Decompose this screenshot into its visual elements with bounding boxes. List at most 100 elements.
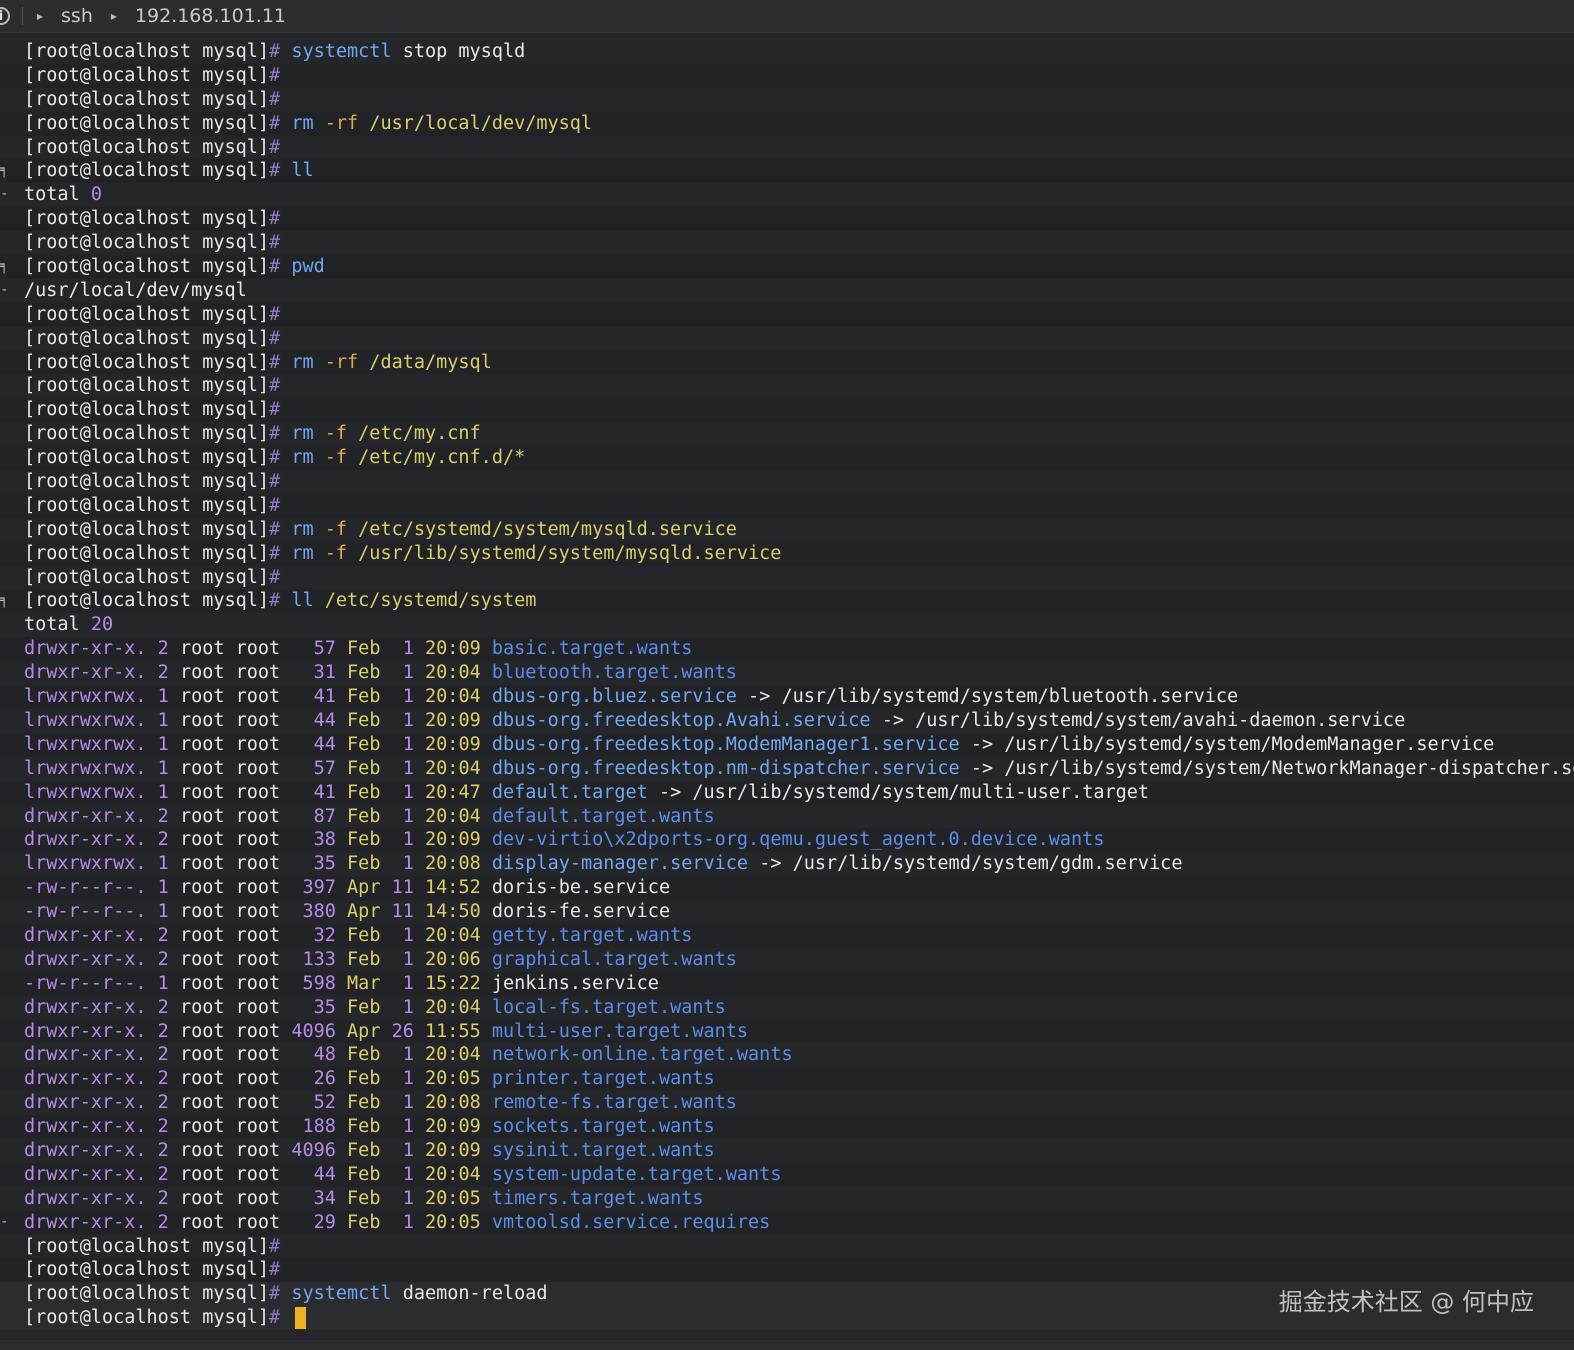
file-owner: root root xyxy=(179,901,281,923)
breadcrumb-arrow-icon: ▸ xyxy=(37,9,44,23)
file-time: 20:04 xyxy=(425,686,481,708)
listing-row: drwxr-xr-x. 2 root root 4096 Feb 1 20:09… xyxy=(0,1139,1574,1163)
shell-prompt: [root@localhost mysql] xyxy=(24,423,270,445)
file-size: 44 xyxy=(291,733,336,755)
file-owner: root root xyxy=(179,829,281,851)
prompt-hash: # xyxy=(269,256,281,278)
file-time: 15:22 xyxy=(425,972,481,994)
prompt-line: [root@localhost mysql]# rm -rf /data/mys… xyxy=(0,350,1574,375)
file-day: 1 xyxy=(391,1068,414,1090)
token-path: /etc/systemd/system/mysqld.service xyxy=(347,518,737,540)
prompt-line: [root@localhost mysql]# xyxy=(0,207,1574,232)
file-size: 44 xyxy=(291,709,336,731)
link-count: 2 xyxy=(157,805,169,827)
link-count: 2 xyxy=(157,1211,169,1233)
prompt-hash: # xyxy=(269,423,281,445)
prompt-line: [root@localhost mysql]# xyxy=(0,493,1574,518)
file-size: 598 xyxy=(291,972,336,994)
file-size: 41 xyxy=(291,686,336,708)
listing-row: drwxr-xr-x. 2 root root 26 Feb 1 20:05 p… xyxy=(0,1067,1574,1092)
prompt-hash: # xyxy=(269,494,281,516)
file-size: 188 xyxy=(291,1116,336,1138)
link-count: 2 xyxy=(157,1044,169,1066)
file-size: 29 xyxy=(291,1211,336,1233)
breadcrumb-arrow-icon: ▸ xyxy=(110,9,117,23)
file-size: 52 xyxy=(291,1092,336,1114)
file-name: default.target xyxy=(491,781,648,803)
gutter-marker-icon: ╕ xyxy=(0,162,9,179)
listing-row: drwxr-xr-x. 2 root root 48 Feb 1 20:04 n… xyxy=(0,1043,1574,1067)
breadcrumb-ssh[interactable]: ssh xyxy=(61,5,93,27)
listing-row: lrwxrwxrwx. 1 root root 57 Feb 1 20:04 d… xyxy=(0,757,1574,781)
shell-prompt: [root@localhost mysql] xyxy=(24,447,270,469)
token-arg: total xyxy=(24,184,91,206)
file-time: 20:09 xyxy=(425,638,481,660)
file-owner: root root xyxy=(179,1211,281,1233)
prompt-line: [root@localhost mysql]# xyxy=(0,88,1574,112)
shell-prompt: [root@localhost mysql] xyxy=(24,494,270,516)
prompt-line: ╕ [root@localhost mysql]# ll /etc/systemd… xyxy=(0,589,1574,614)
prompt-hash: # xyxy=(269,566,281,588)
link-target: /usr/lib/systemd/system/bluetooth.servic… xyxy=(781,686,1239,708)
token-cmd: systemctl xyxy=(291,41,392,62)
file-name: doris-fe.service xyxy=(491,901,671,923)
file-name: remote-fs.target.wants xyxy=(491,1092,737,1114)
prompt-hash: # xyxy=(269,112,281,134)
prompt-line: [root@localhost mysql]# systemctl stop m… xyxy=(0,40,1574,64)
listing-row: -rw-r--r--. 1 root root 397 Apr 11 14:52… xyxy=(0,876,1574,901)
file-time: 20:09 xyxy=(425,829,481,851)
file-time: 20:04 xyxy=(425,757,481,779)
link-target: /usr/lib/systemd/system/ModemManager.ser… xyxy=(1004,733,1495,755)
shell-prompt: [root@localhost mysql] xyxy=(24,160,270,182)
file-day: 1 xyxy=(391,1211,414,1233)
token-flag: -f xyxy=(313,447,348,469)
prompt-hash: # xyxy=(269,232,281,254)
token-arg: /usr/local/dev/mysql xyxy=(24,279,247,301)
token-cmd: rm xyxy=(291,351,314,373)
file-name: jenkins.service xyxy=(491,972,659,994)
shell-prompt: [root@localhost mysql] xyxy=(24,232,270,254)
shell-prompt: [root@localhost mysql] xyxy=(24,112,270,134)
gutter-marker-icon: ╕ xyxy=(0,258,9,275)
file-day: 1 xyxy=(391,996,414,1018)
file-owner: root root xyxy=(179,853,281,875)
file-month: Feb xyxy=(347,686,381,708)
shell-prompt: [root@localhost mysql] xyxy=(24,471,270,493)
file-name: network-online.target.wants xyxy=(491,1044,793,1066)
file-size: 35 xyxy=(291,853,336,875)
link-arrow: -> xyxy=(748,853,793,875)
link-count: 2 xyxy=(157,948,169,970)
prompt-line: [root@localhost mysql]# xyxy=(0,1258,1574,1283)
file-name: default.target.wants xyxy=(491,805,715,827)
link-count: 2 xyxy=(157,1020,169,1042)
file-owner: root root xyxy=(179,972,281,994)
file-day: 1 xyxy=(391,1092,414,1114)
file-size: 35 xyxy=(291,996,336,1018)
file-time: 11:55 xyxy=(425,1020,481,1042)
link-count: 2 xyxy=(157,829,169,851)
file-month: Feb xyxy=(347,1116,381,1138)
file-size: 397 xyxy=(291,877,336,899)
file-time: 20:09 xyxy=(425,733,481,755)
file-permissions: drwxr-xr-x. xyxy=(24,996,147,1018)
shell-prompt: [root@localhost mysql] xyxy=(24,136,270,158)
file-owner: root root xyxy=(179,1116,281,1138)
file-month: Feb xyxy=(347,924,381,946)
file-permissions: -rw-r--r--. xyxy=(24,901,147,923)
terminal-output[interactable]: [root@localhost mysql]# systemctl stop m… xyxy=(0,40,1574,1331)
breadcrumb-host[interactable]: 192.168.101.11 xyxy=(135,5,286,27)
link-target: /usr/lib/systemd/system/avahi-daemon.ser… xyxy=(915,709,1406,731)
shell-prompt: [root@localhost mysql] xyxy=(24,41,270,62)
prompt-hash: # xyxy=(269,88,281,110)
link-arrow: -> xyxy=(870,709,916,731)
file-time: 20:05 xyxy=(425,1211,481,1233)
link-arrow: -> xyxy=(959,757,1005,779)
link-arrow: -> xyxy=(736,686,782,708)
info-icon[interactable]: i xyxy=(0,7,10,25)
listing-row: drwxr-xr-x. 2 root root 4096 Apr 26 11:5… xyxy=(0,1019,1574,1044)
text-cursor[interactable] xyxy=(295,1307,307,1330)
file-permissions: drwxr-xr-x. xyxy=(24,924,147,946)
token-path: /data/mysql xyxy=(358,351,492,373)
file-month: Feb xyxy=(347,948,381,970)
file-size: 31 xyxy=(291,662,336,684)
